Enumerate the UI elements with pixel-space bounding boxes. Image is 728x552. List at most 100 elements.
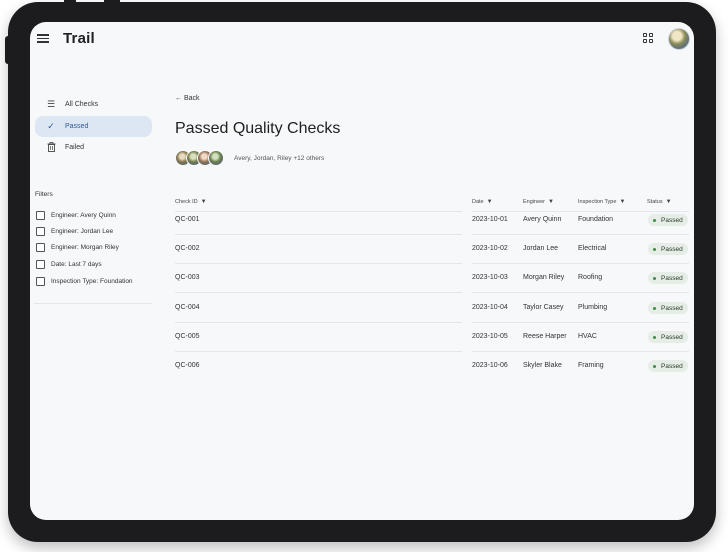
table-divider [175,211,462,212]
status-badge: Passed [648,302,688,314]
row-divider [175,234,462,235]
status-dot-icon [653,218,656,222]
status-label: Passed [661,216,683,224]
table-divider [472,211,689,212]
engineer-avatar-group[interactable] [175,150,224,166]
filter-label: Engineer: Avery Quinn [51,211,116,219]
row-divider [175,351,462,352]
filter-checkbox[interactable] [36,242,45,252]
engineer-cell: Skyler Blake [523,362,562,369]
device-side-button [5,36,11,64]
date-cell: 2023-10-04 [472,304,508,311]
status-badge: Passed [648,214,688,226]
nav-item-label: Failed [65,144,85,151]
avatars-caption: Avery, Jordan, Riley +12 others [234,155,325,162]
filter-inspection-type-foundation[interactable]: Inspection Type: Foundation [36,275,133,287]
header-label: Inspection Type [578,199,617,205]
list-icon: ☰ [46,99,56,109]
inspection-type-cell: Plumbing [578,304,608,311]
header-label: Status [647,199,663,205]
nav-item-passed[interactable]: ✓ Passed [35,116,152,137]
nav-item-all-checks[interactable]: ☰ All Checks [35,94,152,115]
filter-checkbox[interactable] [36,259,45,269]
filter-label: Inspection Type: Foundation [51,277,133,285]
header-label: Date [472,199,484,205]
filter-checkbox[interactable] [36,226,45,236]
hamburger-menu-icon[interactable] [36,32,50,46]
status-dot-icon [653,364,656,368]
device-button [64,0,76,6]
header-label: Check ID [175,199,198,205]
avatar [208,150,224,166]
engineer-cell: Reese Harper [523,333,567,340]
check-id-cell: QC-004 [175,304,200,311]
check-id-cell: QC-006 [175,362,200,369]
status-label: Passed [661,245,683,253]
row-divider [472,263,689,264]
status-dot-icon [653,247,656,251]
user-avatar[interactable] [668,28,690,50]
check-icon: ✓ [47,121,55,131]
inspection-type-cell: Foundation [578,216,614,223]
engineer-cell: Morgan Riley [523,274,565,281]
sort-caret-icon: ▼ [619,199,626,205]
sort-caret-icon: ▼ [486,199,493,205]
row-divider [175,263,462,264]
engineer-cell: Jordan Lee [523,245,559,252]
device-button [104,0,120,6]
check-id-cell: QC-001 [175,216,200,223]
check-id-cell: QC-005 [175,333,200,340]
row-divider [472,322,689,323]
status-dot-icon [653,306,656,310]
date-cell: 2023-10-06 [472,362,508,369]
app-title: Trail [63,30,95,47]
column-header-status[interactable]: Status ▼ [647,199,672,205]
column-header-check-id[interactable]: Check ID ▼ [175,199,207,205]
filters-heading: Filters [35,191,53,198]
status-badge: Passed [648,272,688,284]
filter-engineer-jordan-lee[interactable]: Engineer: Jordan Lee [36,225,113,237]
nav-item-label: Passed [65,123,89,130]
status-badge: Passed [648,331,688,343]
filter-label: Engineer: Jordan Lee [51,227,114,235]
date-cell: 2023-10-01 [472,216,508,223]
date-cell: 2023-10-03 [472,274,508,281]
column-header-date[interactable]: Date ▼ [472,199,493,205]
grid-apps-icon[interactable] [643,33,654,44]
inspection-type-cell: Framing [578,362,604,369]
row-divider [175,322,462,323]
check-id-cell: QC-003 [175,274,200,281]
row-divider [472,292,689,293]
nav-item-failed[interactable]: Failed [35,137,152,158]
check-id-cell: QC-002 [175,245,200,252]
status-label: Passed [661,304,683,312]
engineer-cell: Avery Quinn [523,216,562,223]
header-label: Engineer [523,199,546,205]
page-title: Passed Quality Checks [175,120,341,137]
column-header-inspection-type[interactable]: Inspection Type ▼ [578,199,625,205]
status-dot-icon [653,276,656,280]
inspection-type-cell: Roofing [578,274,603,281]
filter-engineer-avery-quinn[interactable]: Engineer: Avery Quinn [36,209,116,221]
trash-icon [45,141,57,154]
filter-checkbox[interactable] [36,210,45,220]
sort-caret-icon: ▼ [548,199,554,205]
column-header-engineer[interactable]: Engineer ▼ [523,199,554,205]
sidebar-divider [34,303,152,304]
status-badge: Passed [648,243,688,255]
status-label: Passed [661,274,683,282]
filter-date-last-7-days[interactable]: Date: Last 7 days [36,258,102,270]
filter-label: Date: Last 7 days [51,260,102,268]
status-dot-icon [653,335,656,339]
inspection-type-cell: Electrical [578,245,607,252]
sort-caret-icon: ▼ [200,199,207,205]
filter-checkbox[interactable] [36,276,45,286]
date-cell: 2023-10-05 [472,333,508,340]
status-label: Passed [661,333,683,341]
sort-caret-icon: ▼ [665,199,672,205]
row-divider [175,292,462,293]
back-link[interactable]: ← Back [175,95,200,102]
row-divider [472,351,689,352]
date-cell: 2023-10-02 [472,245,508,252]
filter-engineer-morgan-riley[interactable]: Engineer: Morgan Riley [36,241,119,253]
